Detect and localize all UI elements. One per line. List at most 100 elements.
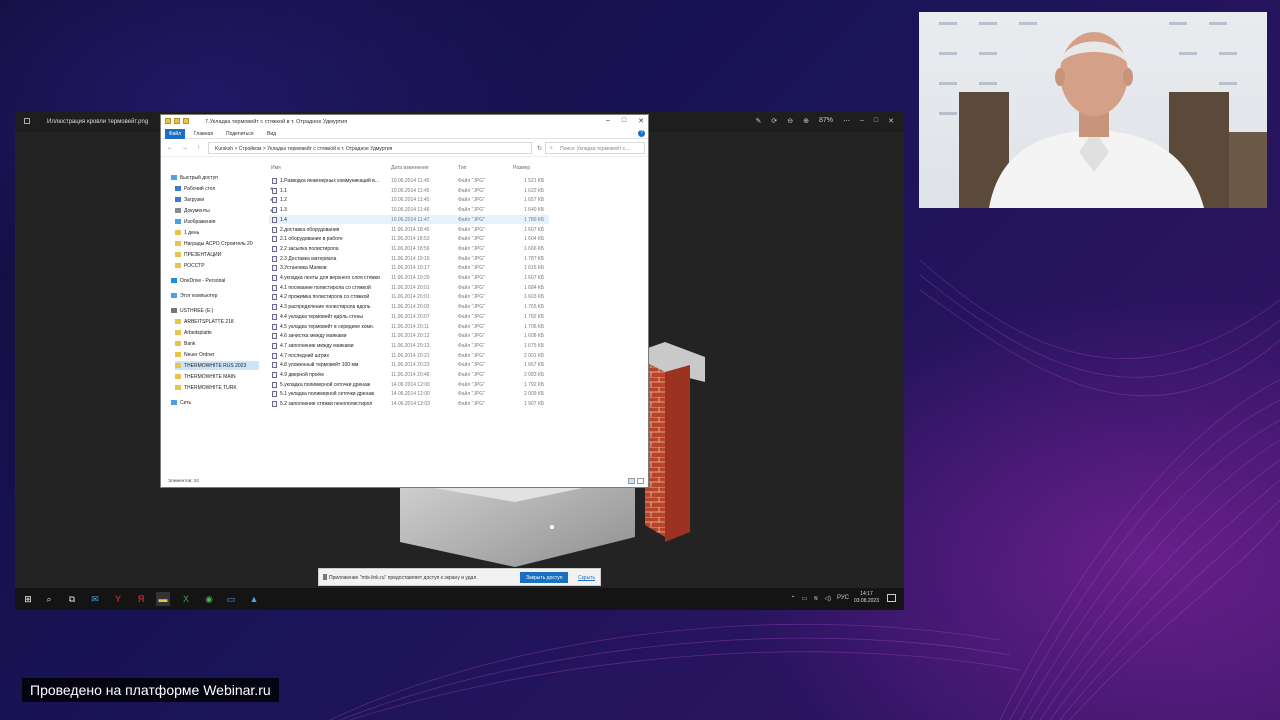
edit-icon[interactable]: ✎: [755, 117, 761, 125]
tab-share[interactable]: Поделиться: [226, 131, 254, 137]
yandex-icon[interactable]: Я: [134, 592, 148, 606]
new-folder-icon[interactable]: [183, 118, 189, 124]
wifi-icon[interactable]: ≋: [813, 595, 818, 602]
nav-item[interactable]: Награды АСРО Строитель 20: [175, 239, 259, 248]
zoom-out-icon[interactable]: ⊖: [787, 117, 793, 125]
file-row[interactable]: 4.3 распределение полистирола вдоль 11.06…: [269, 302, 549, 312]
chevron-up-icon[interactable]: ⌃: [791, 595, 796, 602]
volume-icon[interactable]: ◁): [824, 595, 831, 602]
properties-icon[interactable]: [174, 118, 180, 124]
task-view-icon[interactable]: ⧉: [65, 592, 79, 606]
clock[interactable]: 14:17 03.08.2023: [854, 591, 879, 605]
nav-item[interactable]: ПРЕЗЕНТАЦИИ: [175, 250, 259, 259]
yandex-browser-icon[interactable]: Y: [111, 592, 125, 606]
nav-item[interactable]: 1 день: [175, 228, 259, 237]
nav-item[interactable]: ARBEITSPLATTE 218: [175, 317, 259, 326]
nav-item[interactable]: Сеть: [171, 398, 259, 407]
file-row[interactable]: 5.укладка полимерной сеточки дренаж 14.06…: [269, 380, 549, 390]
nav-item[interactable]: Быстрый доступ: [171, 173, 259, 182]
file-row[interactable]: 1.1 10.06.2014 11:45 Файл "JPG" 1 622 КБ: [269, 186, 549, 196]
file-row[interactable]: 4.7 последний штрих 11.06.2014 20:21 Файл …: [269, 351, 549, 361]
nav-item[interactable]: Изображения✱: [175, 217, 273, 226]
file-row[interactable]: 1.4 10.06.2014 11:47 Файл "JPG" 1 789 КБ: [269, 214, 549, 225]
nav-item[interactable]: OneDrive - Personal: [171, 276, 259, 285]
file-date: 10.06.2014 11:46: [391, 207, 430, 214]
chrome-icon[interactable]: ◉: [202, 592, 216, 606]
tab-home[interactable]: Главная: [194, 131, 213, 137]
column-header-type[interactable]: Тип: [458, 165, 466, 171]
monitor-icon[interactable]: ▭: [224, 592, 238, 606]
column-header-date[interactable]: Дата изменения: [391, 165, 429, 171]
stop-sharing-button[interactable]: Закрыть доступ: [520, 572, 569, 583]
nav-item[interactable]: Neuer Ordner: [175, 350, 259, 359]
file-row[interactable]: 4.укладка ленты для верхнего слоя стяжки…: [269, 273, 549, 283]
file-row[interactable]: 3.Установка Маяков 11.06.2014 19:17 Файл "…: [269, 263, 549, 273]
file-row[interactable]: 5.2 заполнение стяжки пенополистирол 14.0…: [269, 399, 549, 409]
file-date: 11.06.2014 20:03: [391, 304, 430, 311]
jpg-file-icon: [272, 178, 277, 184]
minimize-icon[interactable]: –: [860, 117, 864, 125]
nav-item[interactable]: Этот компьютер: [171, 291, 259, 300]
nav-item[interactable]: THERMOWHITE MAIN: [175, 372, 259, 381]
refresh-icon[interactable]: ↻: [537, 145, 542, 152]
nav-item[interactable]: Рабочий стол✱: [175, 184, 273, 193]
tab-file[interactable]: Файл: [165, 129, 185, 139]
up-arrow-icon[interactable]: ↑: [197, 145, 200, 151]
close-icon[interactable]: ✕: [888, 117, 894, 125]
mail-icon[interactable]: ✉: [88, 592, 102, 606]
file-row[interactable]: 1.Разводка инженерных коммуникаций в... 1…: [269, 176, 549, 186]
nav-item[interactable]: THERMOWHITE RUS 2023: [175, 361, 259, 370]
file-row[interactable]: 2.доставка оборудования 11.06.2014 18:45 Ф…: [269, 225, 549, 235]
windows-taskbar: ⊞ ⌕ ⧉ ✉ Y Я ▬ X ◉ ▭ ▲ ⌃ ▭ ≋ ◁) РУС 14:17…: [15, 588, 904, 610]
file-row[interactable]: 4.4 укладка термовейт вдоль стены 11.06.2…: [269, 312, 549, 322]
nav-item[interactable]: Документы✱: [175, 206, 273, 215]
file-row[interactable]: 2.1 оборудование в работе 11.06.2014 18:5…: [269, 234, 549, 244]
file-type: Файл "JPG": [458, 381, 485, 388]
column-header-name[interactable]: Имя: [271, 165, 281, 171]
file-row[interactable]: 4.8 уложенный термовейт 100 мм 11.06.2014…: [269, 360, 549, 370]
nav-item[interactable]: USTHREE (E:): [171, 306, 259, 315]
tab-view[interactable]: Вид: [267, 131, 276, 137]
file-row[interactable]: 1.3 10.06.2014 11:46 Файл "JPG" 1 640 КБ: [269, 205, 549, 215]
file-row[interactable]: 5.1 укладка полимерной сеточки дренаж 14.…: [269, 389, 549, 399]
file-explorer-icon[interactable]: ▬: [156, 592, 170, 606]
file-row[interactable]: 1.2 10.06.2014 11:45 Файл "JPG" 1 657 КБ: [269, 195, 549, 205]
file-row[interactable]: 4.2 прожимка полистирола со стяжкой 11.06…: [269, 292, 549, 302]
zoom-in-icon[interactable]: ⊕: [803, 117, 809, 125]
close-button[interactable]: ✕: [638, 117, 644, 125]
search-icon[interactable]: ⌕: [42, 592, 56, 606]
file-type: Файл "JPG": [458, 187, 485, 194]
maximize-button[interactable]: □: [622, 117, 626, 125]
file-row[interactable]: 2.3 Доставка материала 11.06.2014 19:15 Фа…: [269, 254, 549, 264]
nav-item[interactable]: РОССТР: [175, 261, 259, 270]
minimize-button[interactable]: –: [606, 117, 610, 125]
nav-item[interactable]: Bank: [175, 339, 259, 348]
photos-icon[interactable]: ▲: [247, 592, 261, 606]
file-row[interactable]: 4.7 заполнение между маяками 11.06.2014 2…: [269, 341, 549, 351]
network-icon[interactable]: ▭: [802, 595, 808, 602]
help-icon[interactable]: ?: [638, 130, 645, 137]
nav-item[interactable]: Arbeitsplatte: [175, 328, 259, 337]
file-row[interactable]: 4.9 дверной проём 11.06.2014 20:46 Файл "J…: [269, 370, 549, 380]
nav-item[interactable]: THERMOWHITE TURK: [175, 383, 259, 392]
tiles-view-icon[interactable]: [637, 478, 644, 484]
search-input[interactable]: ⌕ Поиск: Укладка термовейт с...: [545, 142, 645, 154]
excel-icon[interactable]: X: [179, 592, 193, 606]
more-icon[interactable]: ⋯: [843, 117, 850, 125]
back-arrow-icon[interactable]: ←: [167, 145, 173, 151]
hide-link[interactable]: Скрыть: [578, 575, 595, 581]
file-row[interactable]: 4.6 зачистка между маяками 11.06.2014 20:…: [269, 331, 549, 341]
details-view-icon[interactable]: [628, 478, 635, 484]
start-windows-icon[interactable]: ⊞: [21, 592, 35, 606]
language-indicator[interactable]: РУС: [837, 595, 849, 602]
column-header-size[interactable]: Размер: [513, 165, 530, 171]
file-row[interactable]: 4.5 укладка термовейт в середине комн. 11…: [269, 322, 549, 332]
file-row[interactable]: 2.2 засыпка полистирола 11.06.2014 18:56 Ф…: [269, 244, 549, 254]
address-path[interactable]: Kursksh > Стройком > Укладка термовейт с…: [208, 142, 532, 154]
forward-arrow-icon[interactable]: →: [182, 145, 188, 151]
maximize-icon[interactable]: □: [874, 117, 878, 125]
file-row[interactable]: 4.1 посевание полистирола со стяжкой 11.0…: [269, 283, 549, 293]
notifications-icon[interactable]: [887, 594, 896, 602]
nav-item[interactable]: Загрузки✱: [175, 195, 273, 204]
rotate-icon[interactable]: ⟳: [771, 117, 777, 125]
